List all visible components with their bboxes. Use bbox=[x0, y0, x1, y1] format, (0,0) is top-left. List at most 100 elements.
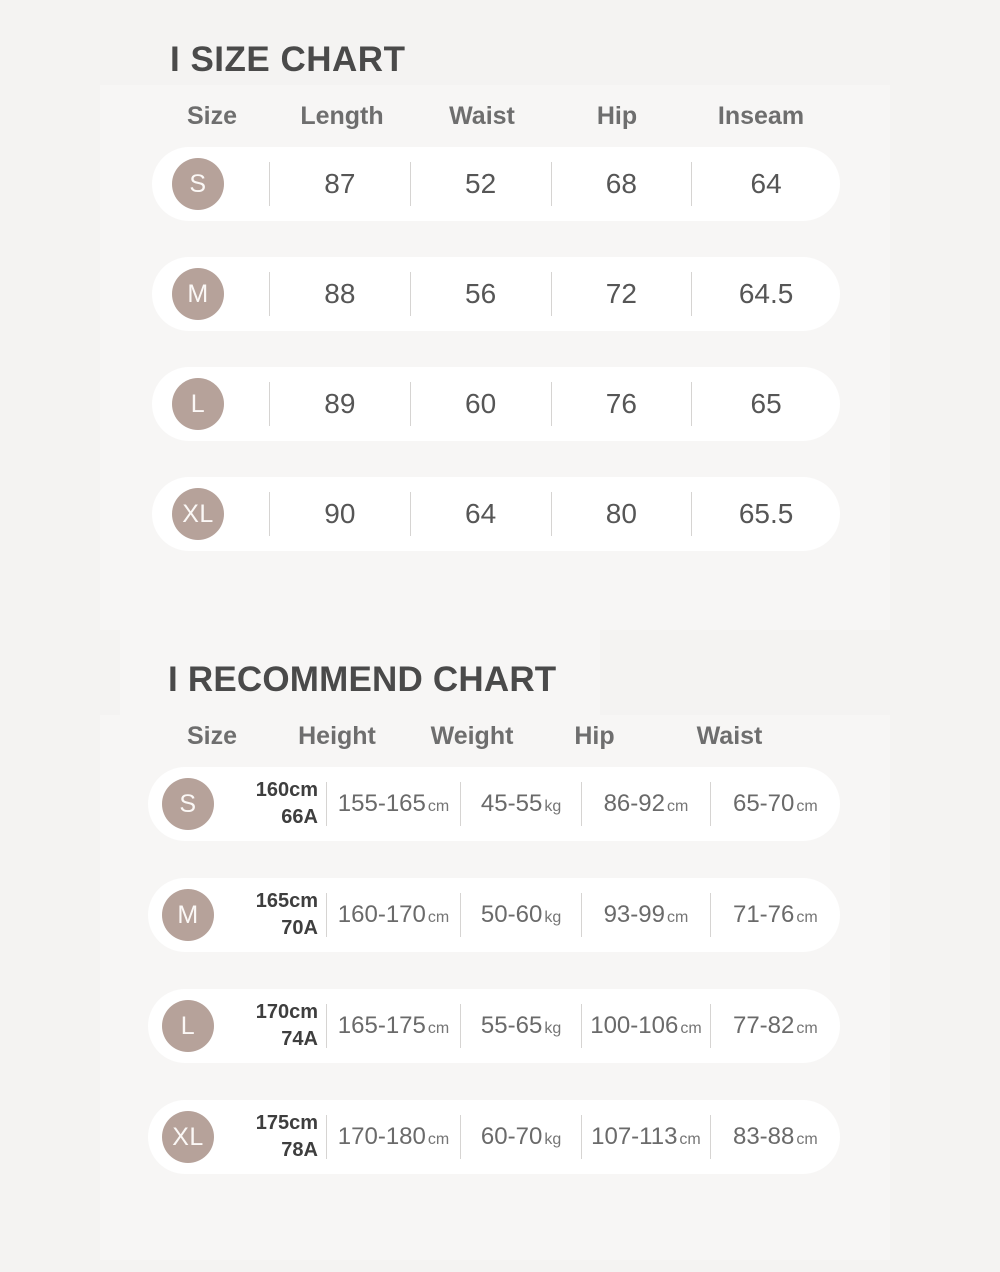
cell-hip-value: 86-92 bbox=[603, 790, 665, 817]
cell-inseam: 65.5 bbox=[738, 498, 794, 529]
table-row: XL 90 64 80 65.5 bbox=[152, 477, 840, 551]
table-row: M 88 56 72 64.5 bbox=[152, 257, 840, 331]
recommend-chart-section: I RECOMMEND CHART Size Height Weight Hip… bbox=[0, 660, 1000, 1211]
cell-weight-unit: kg bbox=[544, 909, 562, 926]
cell-weight-value: 45-55 bbox=[480, 790, 543, 817]
cell-height: 160-170 cm bbox=[327, 901, 460, 929]
cell-hip-unit: cm bbox=[666, 798, 689, 815]
cell-height: 170-180 cm bbox=[327, 1123, 460, 1151]
cell-length: 89 bbox=[324, 388, 356, 419]
column-header-waist: Waist bbox=[449, 102, 515, 130]
cell-weight-value: 60-70 bbox=[480, 1123, 543, 1150]
size-badge: L bbox=[172, 378, 224, 430]
cell-weight-unit: kg bbox=[544, 798, 562, 815]
cell-weight-value: 55-65 bbox=[480, 1012, 543, 1039]
cell-hip: 100-106 cm bbox=[582, 1012, 710, 1040]
column-header-waist: Waist bbox=[696, 722, 763, 750]
reference-bra: 78A bbox=[281, 1139, 318, 1161]
cell-length: 87 bbox=[324, 168, 356, 199]
table-row: L 170cm 74A 165-175 cm 55-65 kg 100-106 cm … bbox=[148, 989, 840, 1063]
cell-hip-unit: cm bbox=[679, 1131, 701, 1148]
cell-waist-value: 83-88 bbox=[732, 1123, 795, 1150]
table-row: M 165cm 70A 160-170 cm 50-60 kg 93-99 cm 71… bbox=[148, 878, 840, 952]
cell-weight: 55-65 kg bbox=[461, 1012, 581, 1040]
reference-height: 160cm bbox=[255, 779, 318, 801]
table-row: S 160cm 66A 155-165 cm 45-55 kg 86-92 cm 65… bbox=[148, 767, 840, 841]
column-header-hip: Hip bbox=[574, 722, 615, 750]
cell-height-value: 165-175 bbox=[337, 1012, 426, 1039]
cell-waist-value: 77-82 bbox=[732, 1012, 795, 1039]
cell-weight: 50-60 kg bbox=[461, 901, 581, 929]
recommend-chart-header-row: Size Height Weight Hip Waist bbox=[0, 706, 1000, 751]
size-badge: M bbox=[162, 889, 214, 941]
column-header-size: Size bbox=[186, 722, 238, 750]
column-header-hip: Hip bbox=[596, 102, 638, 130]
size-chart-header-row: Size Length Waist Hip Inseam bbox=[0, 86, 1000, 131]
size-badge: S bbox=[162, 778, 214, 830]
cell-height-value: 155-165 bbox=[337, 790, 426, 817]
size-badge: XL bbox=[172, 488, 224, 540]
cell-inseam: 65 bbox=[750, 388, 782, 419]
cell-hip: 80 bbox=[605, 498, 637, 529]
table-row: XL 175cm 78A 170-180 cm 60-70 kg 107-113 cm… bbox=[148, 1100, 840, 1174]
cell-hip: 68 bbox=[605, 168, 637, 199]
cell-height: 165-175 cm bbox=[327, 1012, 460, 1040]
table-row: L 89 60 76 65 bbox=[152, 367, 840, 441]
column-header-inseam: Inseam bbox=[717, 102, 805, 130]
cell-waist: 52 bbox=[465, 168, 497, 199]
reference-height: 170cm bbox=[255, 1001, 318, 1023]
size-badge: M bbox=[172, 268, 224, 320]
cell-inseam: 64.5 bbox=[738, 278, 794, 309]
cell-waist-unit: cm bbox=[796, 798, 818, 815]
reference-bra: 70A bbox=[281, 917, 318, 939]
size-chart-section: I SIZE CHART Size Length Waist Hip Insea… bbox=[0, 40, 1000, 587]
cell-height-unit: cm bbox=[427, 1020, 450, 1037]
cell-hip-value: 93-99 bbox=[603, 901, 665, 928]
cell-waist-unit: cm bbox=[796, 909, 818, 926]
cell-waist-value: 71-76 bbox=[732, 901, 795, 928]
reference-measurement: 170cm 74A bbox=[214, 999, 326, 1053]
cell-height-value: 170-180 bbox=[337, 1123, 426, 1150]
cell-waist-unit: cm bbox=[796, 1131, 818, 1148]
cell-waist: 71-76 cm bbox=[711, 901, 840, 929]
size-badge: XL bbox=[162, 1111, 214, 1163]
cell-hip-unit: cm bbox=[680, 1020, 702, 1037]
column-header-size: Size bbox=[186, 102, 238, 130]
cell-height-unit: cm bbox=[427, 909, 450, 926]
size-chart-page: I SIZE CHART Size Length Waist Hip Insea… bbox=[0, 0, 1000, 1272]
column-header-length: Length bbox=[300, 102, 384, 130]
cell-waist-unit: cm bbox=[796, 1020, 818, 1037]
cell-waist: 77-82 cm bbox=[711, 1012, 840, 1040]
cell-hip: 107-113 cm bbox=[582, 1123, 710, 1151]
cell-hip: 76 bbox=[605, 388, 637, 419]
cell-height-unit: cm bbox=[427, 1131, 450, 1148]
recommend-chart-rows: S 160cm 66A 155-165 cm 45-55 kg 86-92 cm 65… bbox=[0, 767, 1000, 1174]
cell-height-value: 160-170 bbox=[337, 901, 426, 928]
cell-length: 90 bbox=[324, 498, 356, 529]
cell-weight-value: 50-60 bbox=[480, 901, 543, 928]
cell-inseam: 64 bbox=[750, 168, 782, 199]
column-header-height: Height bbox=[298, 722, 376, 750]
cell-waist: 64 bbox=[465, 498, 497, 529]
cell-height: 155-165 cm bbox=[327, 790, 460, 818]
reference-height: 165cm bbox=[255, 890, 318, 912]
recommend-chart-title: I RECOMMEND CHART bbox=[168, 660, 557, 699]
cell-waist-value: 65-70 bbox=[732, 790, 795, 817]
reference-measurement: 175cm 78A bbox=[214, 1110, 326, 1164]
cell-hip: 93-99 cm bbox=[582, 901, 710, 929]
cell-hip: 86-92 cm bbox=[582, 790, 710, 818]
reference-height: 175cm bbox=[255, 1112, 318, 1134]
cell-weight-unit: kg bbox=[544, 1131, 562, 1148]
cell-height-unit: cm bbox=[427, 798, 450, 815]
column-header-weight: Weight bbox=[430, 722, 514, 750]
table-row: S 87 52 68 64 bbox=[152, 147, 840, 221]
cell-hip-value: 107-113 bbox=[591, 1123, 678, 1150]
reference-bra: 74A bbox=[281, 1028, 318, 1050]
size-badge: S bbox=[172, 158, 224, 210]
size-chart-title: I SIZE CHART bbox=[170, 40, 406, 79]
size-chart-rows: S 87 52 68 64 M 88 56 72 64.5 L 89 60 76… bbox=[0, 147, 1000, 551]
reference-measurement: 160cm 66A bbox=[214, 777, 326, 831]
size-badge: L bbox=[162, 1000, 214, 1052]
cell-hip: 72 bbox=[605, 278, 637, 309]
cell-hip-value: 100-106 bbox=[590, 1012, 679, 1039]
